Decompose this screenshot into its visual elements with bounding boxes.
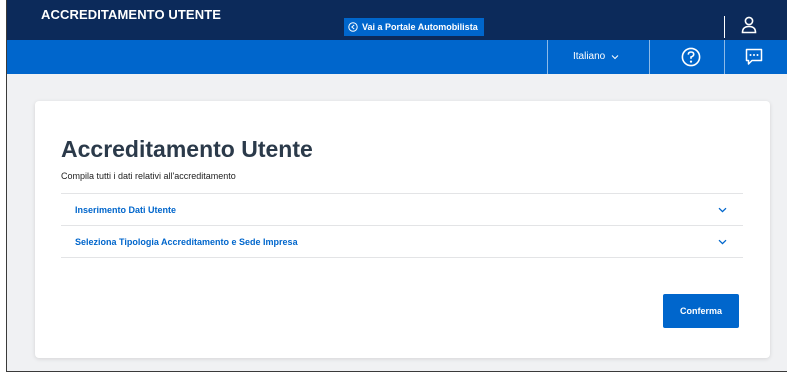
confirm-button[interactable]: Conferma <box>663 294 739 328</box>
chat-bubble-icon <box>745 48 763 65</box>
accreditation-card: Accreditamento Utente Compila tutti i da… <box>35 101 770 358</box>
portal-link-label: Vai a Portale Automobilista <box>362 22 478 32</box>
accordion-item-dati-utente[interactable]: Inserimento Dati Utente <box>61 194 743 226</box>
nav-divider <box>547 40 548 74</box>
user-icon <box>741 16 757 34</box>
portal-automobilista-link[interactable]: Vai a Portale Automobilista <box>344 18 484 36</box>
main-nav-bar: Italiano <box>7 40 787 74</box>
page-subtitle: Compila tutti i dati relativi all'accred… <box>61 171 236 181</box>
help-button[interactable] <box>681 47 701 71</box>
chat-button[interactable] <box>744 47 764 71</box>
app-frame: ACCREDITAMENTO UTENTE Vai a Portale Auto… <box>6 0 787 372</box>
header-divider <box>724 16 725 38</box>
page-title: Accreditamento Utente <box>61 136 313 162</box>
arrow-circle-left-icon <box>348 22 358 32</box>
nav-divider <box>649 40 650 74</box>
app-title: ACCREDITAMENTO UTENTE <box>41 7 222 22</box>
top-header-bar: ACCREDITAMENTO UTENTE Vai a Portale Auto… <box>7 0 787 40</box>
user-menu-button[interactable] <box>741 16 757 38</box>
chevron-down-icon <box>611 54 619 59</box>
chevron-down-icon <box>718 207 727 213</box>
accordion-label: Inserimento Dati Utente <box>75 204 177 215</box>
chevron-down-icon <box>718 239 727 245</box>
help-circle-icon <box>681 47 701 67</box>
language-label: Italiano <box>573 51 606 62</box>
accordion-item-tipologia-accreditamento[interactable]: Seleziona Tipologia Accreditamento e Sed… <box>61 226 743 258</box>
nav-divider <box>724 40 725 74</box>
language-selector[interactable]: Italiano <box>573 51 619 62</box>
accordion-label: Seleziona Tipologia Accreditamento e Sed… <box>75 236 298 247</box>
accordion: Inserimento Dati Utente Seleziona Tipolo… <box>61 193 743 258</box>
